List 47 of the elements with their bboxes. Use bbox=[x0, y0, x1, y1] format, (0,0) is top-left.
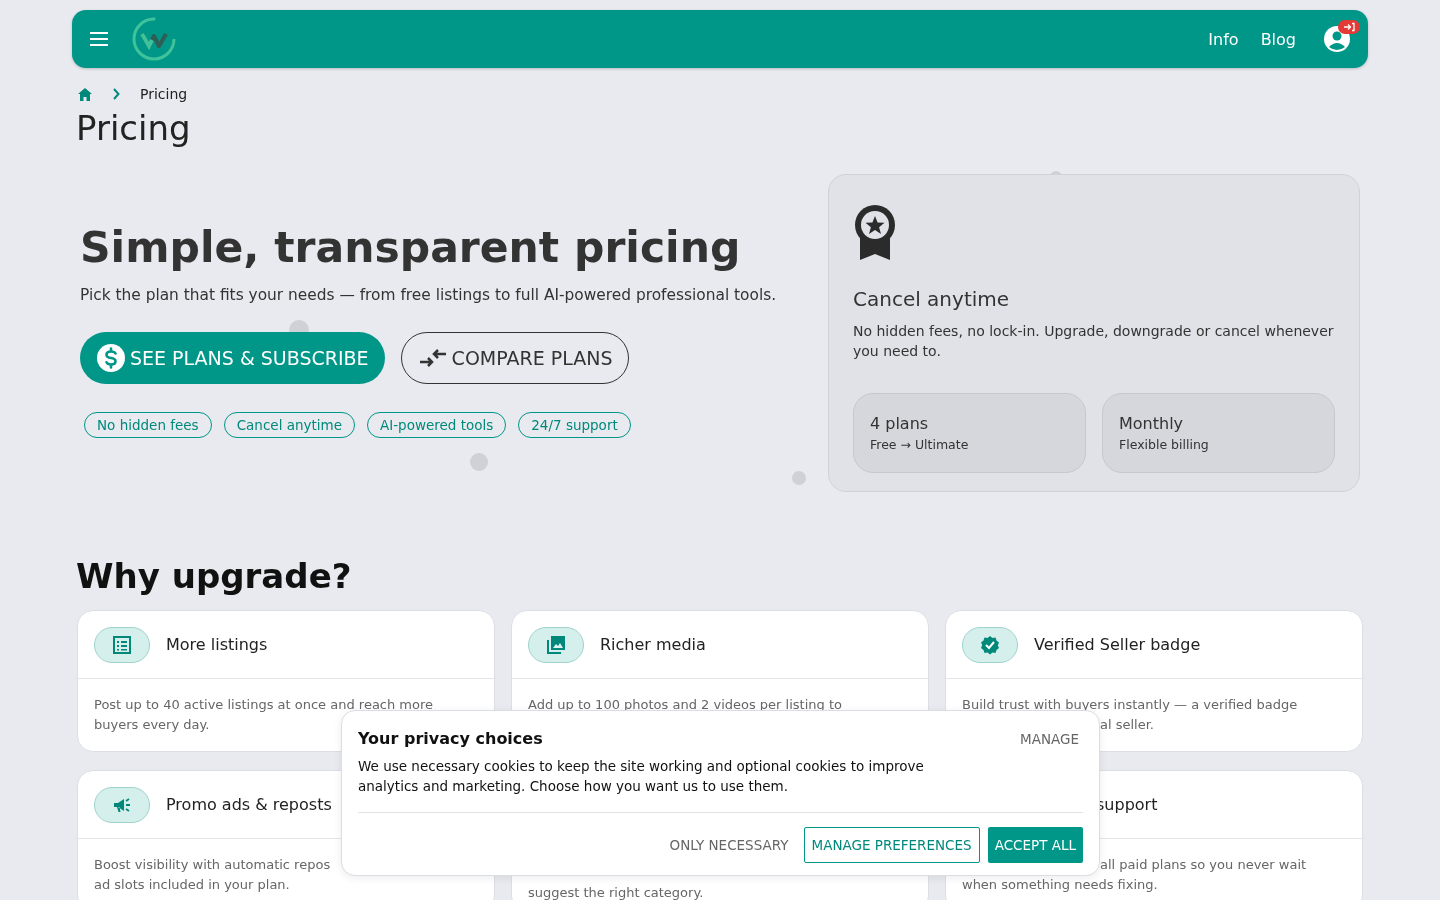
dollar-icon bbox=[96, 343, 126, 373]
card-text: al seller. bbox=[1100, 716, 1154, 734]
card-title: Promo ads & reposts bbox=[166, 795, 332, 814]
dialog-text: We use necessary cookies to keep the site working and optional cookies to improve analytics and marketing. Choose how you want us to use them. bbox=[358, 756, 1083, 813]
card-text: Post up to 40 active listings at once and reach more bbox=[94, 696, 434, 714]
list-icon bbox=[94, 626, 150, 663]
chevron-right-icon bbox=[112, 88, 120, 100]
megaphone-icon bbox=[94, 786, 150, 823]
card-text: Build trust with buyers instantly — a verified badge bbox=[962, 696, 1298, 714]
dialog-title: Your privacy choices bbox=[358, 729, 543, 748]
background-dot bbox=[470, 453, 488, 471]
background-dot bbox=[792, 471, 806, 485]
subscribe-button[interactable]: SEE PLANS & SUBSCRIBE bbox=[80, 332, 385, 384]
card-title: More listings bbox=[166, 635, 268, 654]
hero-subheading: Pick the plan that fits your needs — from free listings to full AI-powered professional tools. bbox=[80, 286, 777, 304]
feature-text: No hidden fees, no lock-in. Upgrade, downgrade or cancel whenever you need to. bbox=[853, 322, 1335, 361]
stat-value: Monthly bbox=[1119, 414, 1185, 433]
stat-value: 4 plans bbox=[870, 414, 930, 433]
award-ribbon-icon bbox=[853, 203, 897, 261]
card-text: all paid plans so you never wait bbox=[1100, 856, 1307, 874]
stat-caption: Flexible billing bbox=[1119, 437, 1210, 452]
card-text: Add up to 100 photos and 2 videos per listing to bbox=[528, 696, 842, 714]
image-icon bbox=[528, 626, 584, 663]
page-title: Pricing bbox=[76, 108, 192, 148]
card-text: ad slots included in your plan. bbox=[94, 876, 290, 894]
card-text: Boost visibility with automatic repos bbox=[94, 856, 331, 874]
hero-heading: Simple, transparent pricing bbox=[80, 222, 742, 274]
card-text: suggest the right category. bbox=[528, 884, 704, 900]
section-heading: Why upgrade? bbox=[76, 556, 353, 596]
card-title: Richer media bbox=[600, 635, 706, 654]
home-icon[interactable] bbox=[78, 87, 92, 101]
manage-link[interactable]: MANAGE bbox=[1016, 730, 1083, 747]
accept-button[interactable]: ACCEPT ALL bbox=[987, 827, 1083, 863]
nav-link[interactable]: Blog bbox=[1260, 29, 1296, 49]
card-title: Verified Seller badge bbox=[1034, 635, 1201, 654]
menu-icon[interactable] bbox=[90, 32, 108, 46]
card-text: when something needs fixing. bbox=[962, 876, 1158, 894]
nav-link[interactable]: Info bbox=[1208, 29, 1239, 49]
card-text: buyers every day. bbox=[94, 716, 210, 734]
logo-icon[interactable] bbox=[130, 15, 178, 63]
verified-badge-icon bbox=[962, 626, 1018, 663]
login-badge-icon bbox=[1338, 20, 1360, 34]
feature-title: Cancel anytime bbox=[853, 287, 1011, 311]
stat-caption: Free → Ultimate bbox=[870, 437, 970, 452]
necessary-button[interactable]: ONLY NECESSARY bbox=[662, 827, 796, 863]
breadcrumb-current: Pricing bbox=[140, 86, 188, 102]
preferences-button[interactable]: MANAGE PREFERENCES bbox=[803, 827, 980, 863]
